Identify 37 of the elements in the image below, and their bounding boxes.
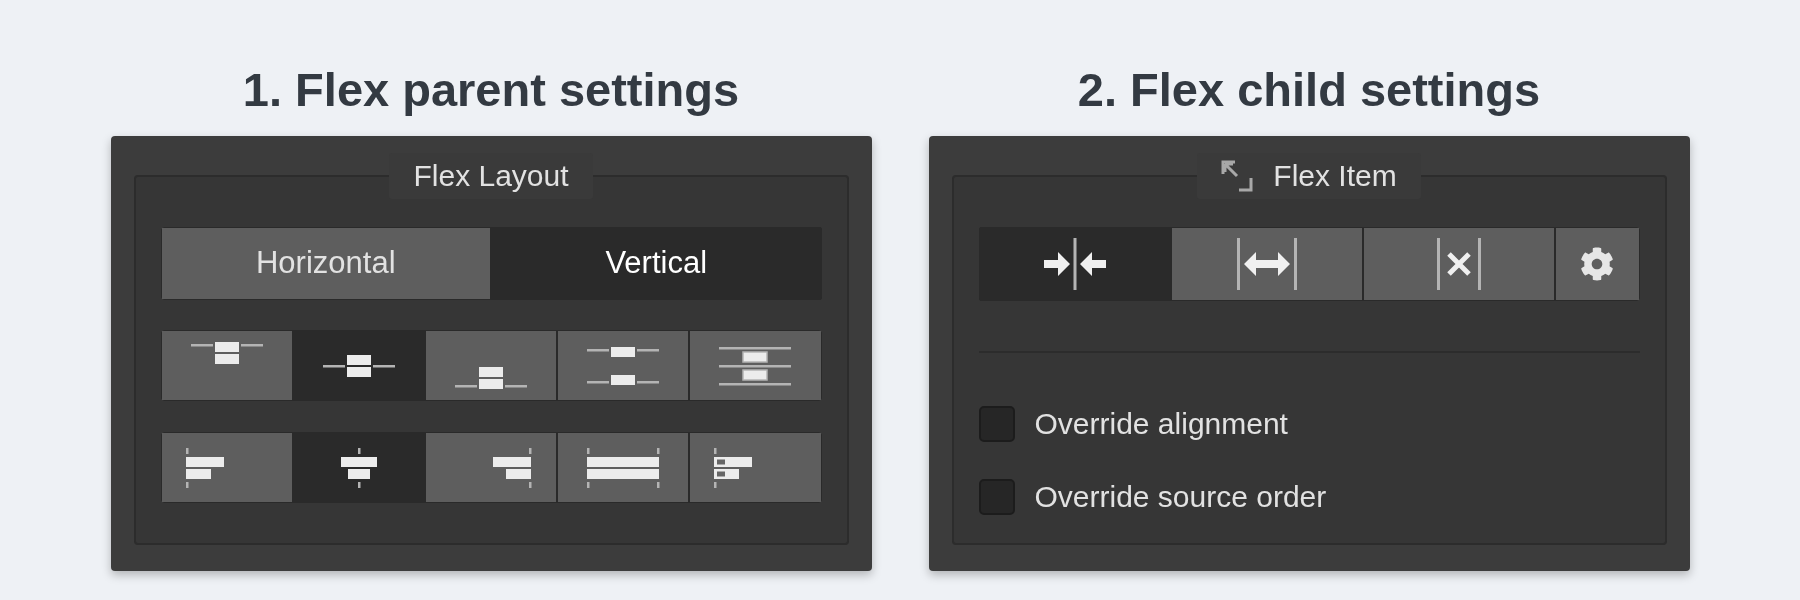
sizing-button[interactable] xyxy=(1170,227,1363,301)
panel-title-text: Flex Layout xyxy=(413,161,569,191)
align-button[interactable] xyxy=(292,432,425,503)
align-icon xyxy=(340,447,377,488)
justify-button[interactable] xyxy=(689,330,822,401)
direction-tab[interactable]: Vertical xyxy=(491,227,822,300)
checkbox-label: Override alignment xyxy=(1034,406,1288,442)
justify-button[interactable] xyxy=(557,330,690,401)
shrink-icon xyxy=(1041,236,1108,292)
sizing-button[interactable] xyxy=(1362,227,1555,301)
checkbox[interactable] xyxy=(978,405,1015,442)
section-heading: 1. Flex parent settings xyxy=(242,62,740,118)
checkbox[interactable] xyxy=(978,478,1015,515)
align-icon xyxy=(185,447,224,488)
panel-title-text: Flex Item xyxy=(1273,161,1397,191)
settings-icon xyxy=(1580,247,1614,281)
section-heading: 2. Flex child settings xyxy=(1077,62,1541,118)
align-icon xyxy=(714,447,753,488)
sizing-button[interactable] xyxy=(978,227,1171,301)
align-button[interactable] xyxy=(424,432,558,503)
align-button[interactable] xyxy=(160,432,293,503)
justify-icon xyxy=(455,366,527,390)
justify-button[interactable] xyxy=(160,330,293,401)
justify-button[interactable] xyxy=(292,330,425,401)
align-icon xyxy=(586,447,660,488)
justify-icon xyxy=(719,345,792,386)
checkbox-label: Override source order xyxy=(1034,479,1327,515)
direction-tab[interactable]: Horizontal xyxy=(160,227,491,300)
justify-button[interactable] xyxy=(424,330,558,401)
align-icon xyxy=(493,447,533,488)
justify-icon xyxy=(190,341,263,365)
justify-icon xyxy=(322,353,395,378)
align-button[interactable] xyxy=(557,432,690,503)
resize-corner-icon xyxy=(1221,160,1254,192)
sizing-button[interactable] xyxy=(1554,227,1640,301)
align-button[interactable] xyxy=(689,432,822,503)
justify-icon xyxy=(587,345,660,386)
